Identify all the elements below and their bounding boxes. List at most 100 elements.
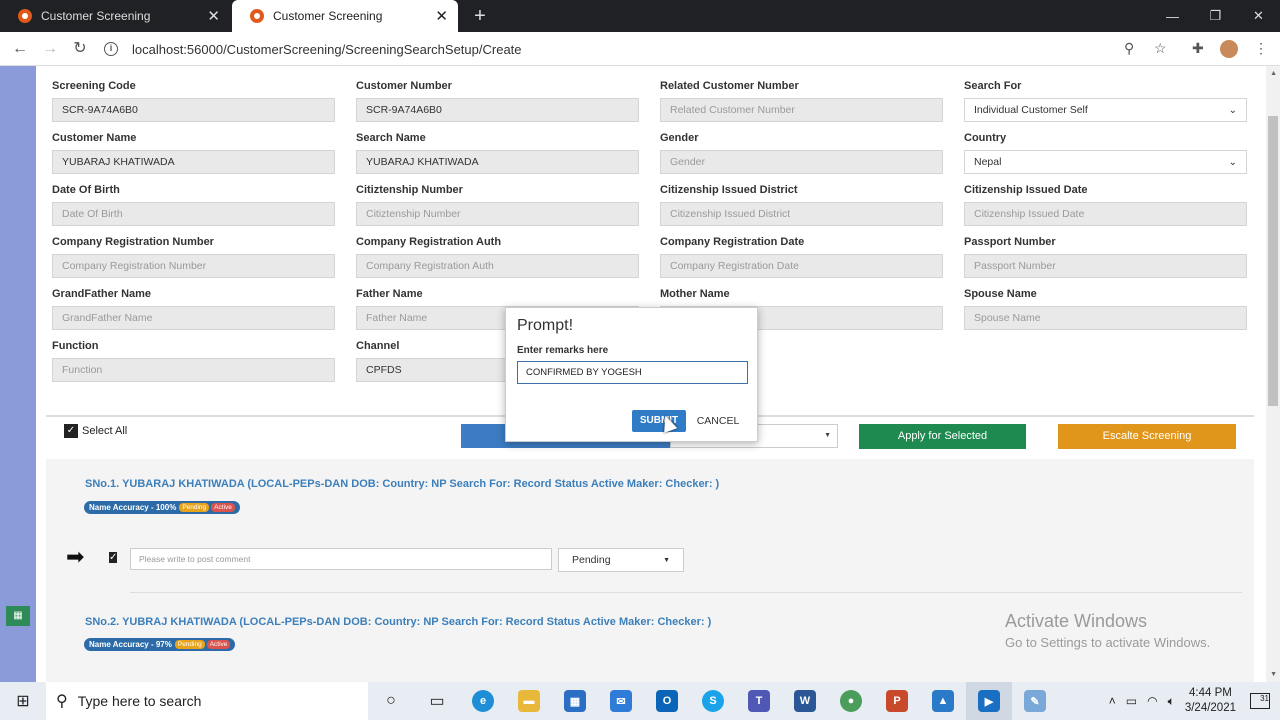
field-input[interactable]: Function bbox=[52, 358, 335, 382]
restore-icon[interactable]: ❐ bbox=[1194, 0, 1237, 32]
row-checkbox[interactable]: ✓ bbox=[109, 551, 121, 565]
form-field: Function Function bbox=[52, 340, 335, 382]
field-input[interactable]: GrandFather Name bbox=[52, 306, 335, 330]
paint-icon[interactable]: ✎ bbox=[1012, 682, 1058, 720]
field-select[interactable]: Nepal ⌄ bbox=[964, 150, 1247, 174]
scroll-down-icon[interactable]: ▼ bbox=[1270, 671, 1277, 678]
new-tab-icon[interactable]: + bbox=[468, 4, 492, 28]
chrome-icon[interactable]: ● bbox=[828, 682, 874, 720]
taskbar-clock[interactable]: 4:44 PM 3/24/2021 bbox=[1185, 686, 1236, 716]
powerpoint-icon[interactable]: P bbox=[874, 682, 920, 720]
check-icon: ✓ bbox=[64, 424, 78, 438]
media-player-icon[interactable]: ▶ bbox=[966, 682, 1012, 720]
field-select[interactable]: Individual Customer Self ⌄ bbox=[964, 98, 1247, 122]
skype-icon[interactable]: S bbox=[690, 682, 736, 720]
windows-taskbar: ⊞ ⚲ Type here to search ○ ▭ e ▬ ▦ ✉ O S … bbox=[0, 682, 1280, 720]
field-label: Customer Name bbox=[52, 132, 137, 144]
zoom-search-icon[interactable]: ⚲ bbox=[1124, 40, 1134, 57]
field-input[interactable]: YUBARAJ KHATIWADA bbox=[356, 150, 639, 174]
store-icon[interactable]: ▦ bbox=[552, 682, 598, 720]
tray-chevron-icon[interactable]: ˄ bbox=[1109, 694, 1116, 708]
windows-start-icon[interactable]: ⊞ bbox=[0, 682, 46, 720]
teams-icon[interactable]: T bbox=[736, 682, 782, 720]
dialog-title: Prompt! bbox=[517, 317, 574, 334]
field-input[interactable]: Citiztenship Number bbox=[356, 202, 639, 226]
tab-title: Customer Screening bbox=[273, 9, 383, 23]
row-divider bbox=[130, 592, 1242, 593]
file-explorer-icon[interactable]: ▬ bbox=[506, 682, 552, 720]
row-status-select[interactable]: Pending ▼ bbox=[558, 548, 684, 572]
activate-windows-watermark: Activate Windows Go to Settings to activ… bbox=[1005, 611, 1211, 650]
field-input[interactable]: Passport Number bbox=[964, 254, 1247, 278]
extensions-icon[interactable]: ✚ bbox=[1192, 40, 1204, 57]
active-badge: Active bbox=[206, 640, 231, 649]
wifi-icon[interactable]: ◠ bbox=[1147, 694, 1157, 708]
browser-tab-2[interactable]: Customer Screening ✕ bbox=[232, 0, 458, 32]
site-favicon-icon bbox=[18, 9, 32, 23]
field-input[interactable]: SCR-9A74A6B0 bbox=[52, 98, 335, 122]
form-field: Customer Name YUBARAJ KHATIWADA bbox=[52, 132, 335, 174]
field-input[interactable]: Company Registration Date bbox=[660, 254, 943, 278]
field-label: Company Registration Date bbox=[660, 236, 805, 248]
field-label: Father Name bbox=[356, 288, 423, 300]
apply-for-selected-button[interactable]: Apply for Selected bbox=[859, 424, 1026, 449]
escalate-screening-button[interactable]: Escalte Screening bbox=[1058, 424, 1236, 449]
field-input[interactable]: Date Of Birth bbox=[52, 202, 335, 226]
tab-close-icon[interactable]: ✕ bbox=[207, 7, 220, 25]
form-field: Citizenship Issued District Citizenship I… bbox=[660, 184, 943, 226]
photos-icon[interactable]: ▲ bbox=[920, 682, 966, 720]
field-label: Company Registration Number bbox=[52, 236, 214, 248]
scroll-up-icon[interactable]: ▲ bbox=[1270, 70, 1277, 77]
notification-center-icon[interactable]: 31 bbox=[1250, 693, 1270, 709]
result-title[interactable]: SNo.1. YUBARAJ KHATIWADA (LOCAL-PEPs-DAN… bbox=[85, 478, 719, 490]
mail-icon[interactable]: ✉ bbox=[598, 682, 644, 720]
tab-close-icon[interactable]: ✕ bbox=[435, 7, 448, 25]
site-info-icon[interactable]: i bbox=[104, 42, 118, 56]
select-all-checkbox[interactable]: ✓ Select All bbox=[64, 424, 127, 438]
profile-avatar[interactable] bbox=[1220, 40, 1238, 58]
field-input[interactable]: Company Registration Auth bbox=[356, 254, 639, 278]
result-title[interactable]: SNo.2. YUBRAJ KHATIWADA (LOCAL-PEPs-DAN … bbox=[85, 616, 711, 628]
field-label: Related Customer Number bbox=[660, 80, 799, 92]
left-sidebar: ▦ bbox=[0, 66, 36, 682]
cortana-icon[interactable]: ○ bbox=[368, 682, 414, 720]
prompt-dialog: Prompt! Enter remarks here CONFIRMED BY … bbox=[505, 307, 758, 442]
accuracy-badge: Name Accuracy - 100% Pending Active bbox=[84, 501, 240, 514]
comment-input[interactable]: Please write to post comment bbox=[130, 548, 552, 570]
close-window-icon[interactable]: ✕ bbox=[1237, 0, 1280, 32]
minimize-icon[interactable]: — bbox=[1151, 0, 1194, 32]
accuracy-badge: Name Accuracy - 97% Pending Active bbox=[84, 638, 236, 651]
battery-icon[interactable]: ▭ bbox=[1126, 694, 1137, 708]
calendar-icon[interactable]: ▦ bbox=[6, 606, 30, 626]
browser-menu-icon[interactable]: ⋮ bbox=[1254, 40, 1268, 57]
word-icon[interactable]: W bbox=[782, 682, 828, 720]
url-field[interactable]: i localhost:56000/CustomerScreening/Scre… bbox=[104, 36, 1148, 62]
browser-tab-1[interactable]: Customer Screening ✕ bbox=[0, 0, 230, 32]
field-input[interactable]: Gender bbox=[660, 150, 943, 174]
form-field: Search For Individual Customer Self ⌄ bbox=[964, 80, 1247, 122]
field-input[interactable]: Company Registration Number bbox=[52, 254, 335, 278]
back-icon[interactable]: ← bbox=[9, 38, 31, 60]
field-input[interactable]: Citizenship Issued Date bbox=[964, 202, 1247, 226]
field-input[interactable]: Related Customer Number bbox=[660, 98, 943, 122]
form-field: Screening Code SCR-9A74A6B0 bbox=[52, 80, 335, 122]
taskbar-search[interactable]: ⚲ Type here to search bbox=[46, 682, 368, 720]
outlook-icon[interactable]: O bbox=[644, 682, 690, 720]
task-view-icon[interactable]: ▭ bbox=[414, 682, 460, 720]
reload-icon[interactable]: ↻ bbox=[69, 38, 91, 60]
edge-icon[interactable]: e bbox=[460, 682, 506, 720]
bookmark-star-icon[interactable]: ☆ bbox=[1154, 40, 1167, 57]
scroll-thumb[interactable] bbox=[1268, 116, 1278, 406]
field-input[interactable]: Citizenship Issued District bbox=[660, 202, 943, 226]
field-input[interactable]: YUBARAJ KHATIWADA bbox=[52, 150, 335, 174]
remarks-input[interactable]: CONFIRMED BY YOGESH bbox=[517, 361, 748, 384]
site-favicon-icon bbox=[250, 9, 264, 23]
field-label: Search Name bbox=[356, 132, 426, 144]
cancel-button[interactable]: CANCEL bbox=[692, 410, 744, 432]
field-input[interactable]: Spouse Name bbox=[964, 306, 1247, 330]
volume-icon[interactable]: 🔈︎ bbox=[1168, 694, 1175, 709]
forward-icon[interactable]: → bbox=[39, 38, 61, 60]
field-input[interactable]: SCR-9A74A6B0 bbox=[356, 98, 639, 122]
page-scrollbar[interactable]: ▲ ▼ bbox=[1266, 66, 1280, 682]
form-field: Country Nepal ⌄ bbox=[964, 132, 1247, 174]
